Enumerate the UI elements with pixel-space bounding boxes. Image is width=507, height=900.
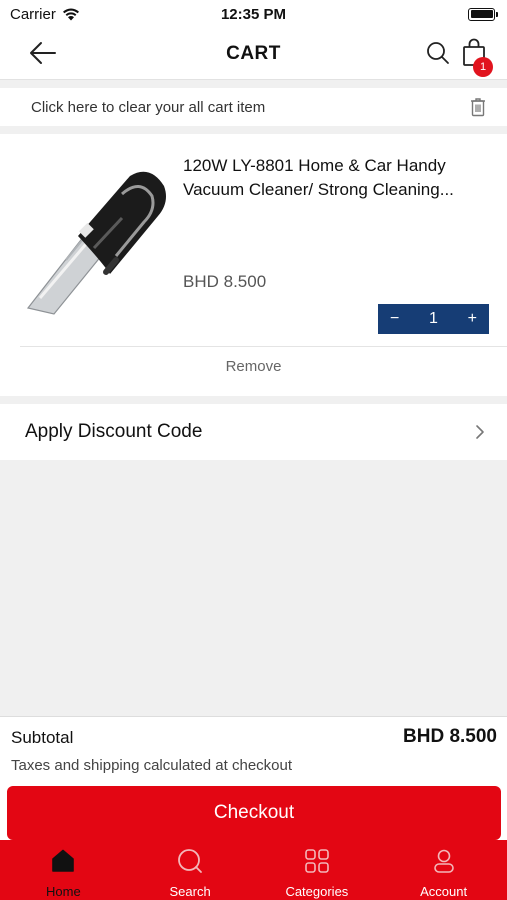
wifi-icon [62,8,79,21]
trash-icon[interactable] [469,97,487,117]
discount-label: Apply Discount Code [25,421,203,442]
product-image[interactable] [18,166,170,316]
home-icon [52,849,75,872]
product-name[interactable]: 120W LY-8801 Home & Car Handy Vacuum Cle… [183,154,493,202]
nav-bar: CART 1 [0,28,507,80]
chevron-right-icon [476,425,484,439]
tab-categories[interactable]: Categories [254,840,381,900]
page-title: CART [226,42,281,64]
apply-discount-button[interactable]: Apply Discount Code [0,404,507,460]
back-arrow-icon[interactable] [28,40,58,66]
tax-note: Taxes and shipping calculated at checkou… [11,757,293,774]
tab-label: Home [46,884,81,899]
quantity-value: 1 [429,310,438,327]
cart-count-badge: 1 [473,57,493,77]
tab-account[interactable]: Account [380,840,507,900]
order-summary: Subtotal BHD 8.500 Taxes and shipping ca… [0,716,507,840]
divider [20,346,507,347]
status-bar: Carrier 12:35 PM [0,0,507,28]
status-left: Carrier [10,6,80,23]
battery-icon [468,7,498,21]
tab-home[interactable]: Home [0,840,127,900]
cart-item: 120W LY-8801 Home & Car Handy Vacuum Cle… [0,134,507,396]
tab-bar: Home Search Categories Account [0,840,507,900]
quantity-stepper: − 1 + [378,304,489,334]
decrease-quantity-button[interactable]: − [390,310,399,328]
tab-label: Search [169,884,211,899]
checkout-button[interactable]: Checkout [7,786,501,840]
tab-search[interactable]: Search [127,840,254,900]
increase-quantity-button[interactable]: + [468,310,477,328]
remove-item-button[interactable]: Remove [0,358,507,375]
user-icon [433,849,454,873]
tab-label: Categories [285,884,349,899]
product-price: BHD 8.500 [183,272,267,291]
grid-icon [305,849,329,873]
clear-cart-button[interactable]: Click here to clear your all cart item [0,88,507,126]
carrier-label: Carrier [10,5,56,23]
search-icon[interactable] [426,40,450,66]
search-icon [178,849,203,873]
clear-cart-label: Click here to clear your all cart item [31,98,266,116]
tab-label: Account [420,884,468,899]
subtotal-label: Subtotal [11,728,74,747]
subtotal-value: BHD 8.500 [403,726,497,747]
